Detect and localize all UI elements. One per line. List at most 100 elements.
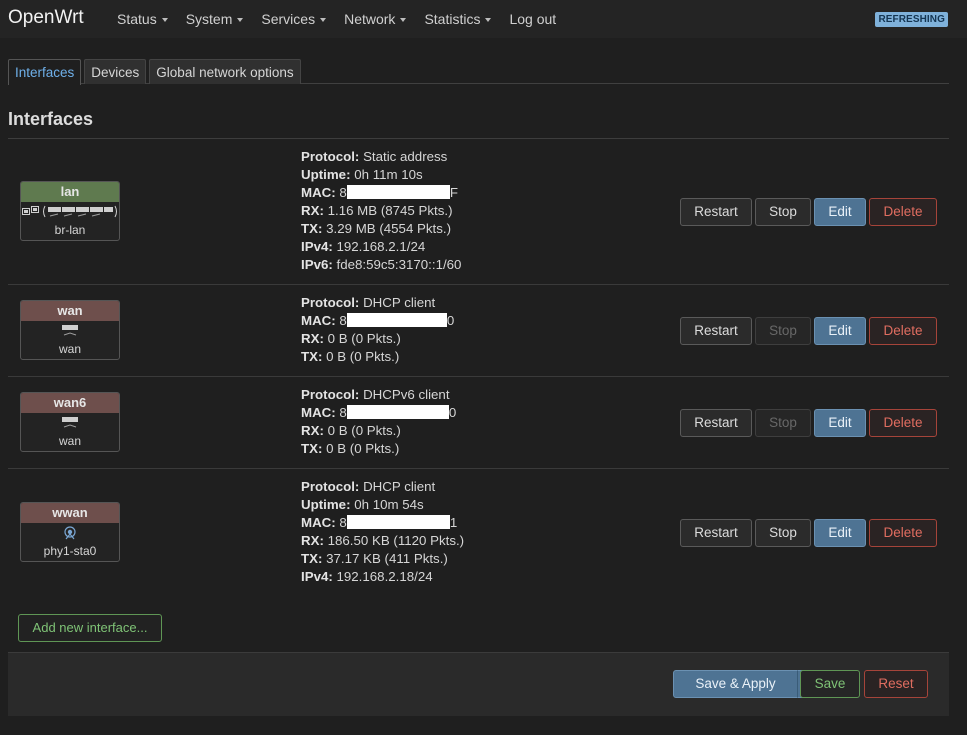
- field-label: Protocol:: [301, 479, 360, 494]
- info-protocol: Protocol: Static address: [301, 148, 461, 166]
- interface-device: wan: [58, 342, 81, 356]
- field-label: RX:: [301, 203, 324, 218]
- restart-button[interactable]: Restart: [680, 409, 752, 437]
- field-value: DHCP client: [363, 295, 436, 310]
- interface-device: wan: [58, 434, 81, 448]
- interface-badge-wwan: wwan phy1-sta0: [20, 502, 120, 562]
- menu-logout-label: Log out: [509, 11, 557, 27]
- interface-name: lan: [21, 182, 119, 202]
- interface-icons: [21, 523, 119, 543]
- info-rx: RX: 1.16 MB (8745 Pkts.): [301, 202, 461, 220]
- interface-icons: [21, 202, 119, 222]
- interface-info-lan: Protocol: Static address Uptime: 0h 11m …: [301, 148, 461, 274]
- field-label: TX:: [301, 349, 323, 364]
- chevron-down-icon: [237, 18, 244, 23]
- info-tx: TX: 0 B (0 Pkts.): [301, 348, 454, 366]
- delete-button[interactable]: Delete: [869, 198, 937, 226]
- field-value: 192.168.2.1/24: [336, 239, 426, 254]
- divider: [8, 376, 949, 377]
- menu-logout[interactable]: Log out: [500, 0, 565, 38]
- restart-button[interactable]: Restart: [680, 317, 752, 345]
- info-ipv4: IPv4: 192.168.2.1/24: [301, 238, 461, 256]
- restart-button[interactable]: Restart: [680, 198, 752, 226]
- interface-actions-wan: Restart Stop Edit Delete: [680, 317, 937, 345]
- field-label: Protocol:: [301, 387, 360, 402]
- chevron-down-icon: [400, 18, 407, 23]
- field-label: TX:: [301, 441, 323, 456]
- field-value: 0h 10m 54s: [354, 497, 424, 512]
- field-value: 0 B (0 Pkts.): [326, 441, 400, 456]
- info-mac: MAC: 8 1: [301, 514, 464, 532]
- info-tx: TX: 0 B (0 Pkts.): [301, 440, 456, 458]
- field-value: 1.16 MB (8745 Pkts.): [327, 203, 453, 218]
- info-uptime: Uptime: 0h 11m 10s: [301, 166, 461, 184]
- edit-button[interactable]: Edit: [814, 519, 866, 547]
- info-ipv6: IPv6: fde8:59c5:3170::1/60: [301, 256, 461, 274]
- chevron-down-icon: [485, 18, 492, 23]
- info-rx: RX: 0 B (0 Pkts.): [301, 422, 456, 440]
- field-value: 0 B (0 Pkts.): [326, 349, 400, 364]
- field-value: 1: [449, 515, 458, 530]
- field-label: IPv4:: [301, 569, 333, 584]
- field-value: 3.29 MB (4554 Pkts.): [326, 221, 452, 236]
- delete-button[interactable]: Delete: [869, 519, 937, 547]
- bridge-icon: [22, 206, 40, 215]
- info-ipv4: IPv4: 192.168.2.18/24: [301, 568, 464, 586]
- save-apply-button[interactable]: Save & Apply: [673, 670, 798, 698]
- edit-button[interactable]: Edit: [814, 317, 866, 345]
- tab-interfaces[interactable]: Interfaces: [8, 59, 82, 85]
- refreshing-badge[interactable]: REFRESHING: [875, 12, 948, 27]
- delete-button[interactable]: Delete: [869, 409, 937, 437]
- field-label: RX:: [301, 331, 324, 346]
- menu-statistics[interactable]: Statistics: [415, 0, 500, 38]
- field-value: 192.168.2.18/24: [336, 569, 433, 584]
- tab-devices[interactable]: Devices: [84, 59, 147, 84]
- stop-button: Stop: [755, 409, 811, 437]
- main-menu: Status System Services Network Statistic…: [108, 0, 565, 38]
- info-rx: RX: 0 B (0 Pkts.): [301, 330, 454, 348]
- info-uptime: Uptime: 0h 10m 54s: [301, 496, 464, 514]
- wifi-icon: [64, 526, 76, 540]
- field-value: 186.50 KB (1120 Pkts.): [327, 533, 465, 548]
- reset-button[interactable]: Reset: [864, 670, 928, 698]
- interface-icons: [21, 321, 119, 341]
- tab-global-network-options[interactable]: Global network options: [149, 59, 301, 84]
- field-value: F: [449, 185, 458, 200]
- delete-button[interactable]: Delete: [869, 317, 937, 345]
- interface-info-wan6: Protocol: DHCPv6 client MAC: 8 0 RX: 0 B …: [301, 386, 456, 458]
- interface-actions-lan: Restart Stop Edit Delete: [680, 198, 937, 226]
- interface-device: phy1-sta0: [43, 544, 97, 558]
- info-rx: RX: 186.50 KB (1120 Pkts.): [301, 532, 464, 550]
- stop-button[interactable]: Stop: [755, 198, 811, 226]
- field-value: 0: [446, 313, 455, 328]
- field-label: TX:: [301, 551, 323, 566]
- field-label: Protocol:: [301, 149, 360, 164]
- menu-services[interactable]: Services: [252, 0, 335, 38]
- field-label: TX:: [301, 221, 323, 236]
- stop-button[interactable]: Stop: [755, 519, 811, 547]
- menu-services-label: Services: [261, 11, 316, 27]
- ethernet-port-icon: [62, 417, 78, 428]
- redacted-mac: [346, 515, 450, 529]
- chevron-down-icon: [320, 18, 327, 23]
- restart-button[interactable]: Restart: [680, 519, 752, 547]
- menu-system[interactable]: System: [177, 0, 253, 38]
- field-value: 0 B (0 Pkts.): [327, 331, 401, 346]
- edit-button[interactable]: Edit: [814, 409, 866, 437]
- field-value: DHCP client: [363, 479, 436, 494]
- info-protocol: Protocol: DHCPv6 client: [301, 386, 456, 404]
- add-interface-button[interactable]: Add new interface...: [18, 614, 162, 642]
- field-label: IPv4:: [301, 239, 333, 254]
- info-tx: TX: 37.17 KB (411 Pkts.): [301, 550, 464, 568]
- field-value: fde8:59c5:3170::1/60: [336, 257, 462, 272]
- redacted-mac: [346, 185, 450, 199]
- field-value: 0h 11m 10s: [354, 167, 423, 182]
- ethernet-ports-icon: [42, 205, 117, 218]
- menu-status[interactable]: Status: [108, 0, 177, 38]
- brand-logo[interactable]: OpenWrt: [8, 7, 84, 29]
- menu-network-label: Network: [344, 11, 396, 27]
- menu-network[interactable]: Network: [335, 0, 415, 38]
- divider: [8, 284, 949, 285]
- save-button[interactable]: Save: [800, 670, 860, 698]
- edit-button[interactable]: Edit: [814, 198, 866, 226]
